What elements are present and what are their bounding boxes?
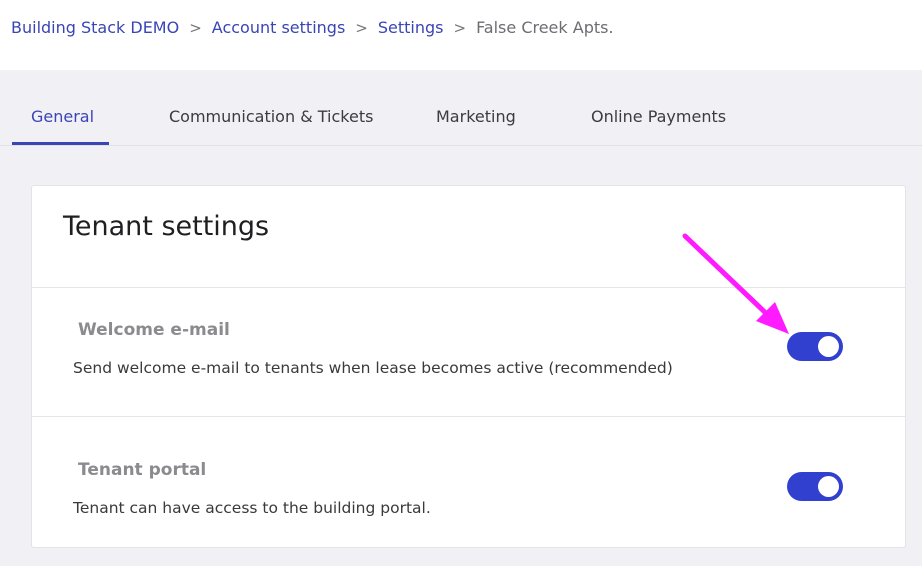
toggle-knob <box>818 476 839 497</box>
breadcrumb-separator: > <box>355 18 368 37</box>
tenant-portal-title: Tenant portal <box>78 460 207 480</box>
tenant-portal-toggle[interactable] <box>787 472 843 501</box>
tab-communication-tickets[interactable]: Communication & Tickets <box>169 107 373 126</box>
welcome-email-title: Welcome e-mail <box>78 320 230 340</box>
breadcrumb-separator: > <box>189 18 202 37</box>
divider <box>32 287 905 288</box>
tab-general[interactable]: General <box>31 107 94 126</box>
welcome-email-toggle[interactable] <box>787 332 843 361</box>
breadcrumb-separator: > <box>453 18 467 37</box>
breadcrumb-building-stack-demo[interactable]: Building Stack DEMO <box>11 18 179 37</box>
divider <box>32 416 905 417</box>
breadcrumb: Building Stack DEMO > Account settings >… <box>11 18 614 37</box>
breadcrumb-current: False Creek Apts. <box>476 18 614 37</box>
card-title: Tenant settings <box>63 211 270 242</box>
top-bar: Building Stack DEMO > Account settings >… <box>0 0 922 70</box>
welcome-email-description: Send welcome e-mail to tenants when leas… <box>73 359 673 377</box>
breadcrumb-settings[interactable]: Settings <box>378 18 444 37</box>
settings-tabs: General Communication & Tickets Marketin… <box>0 70 922 146</box>
breadcrumb-account-settings[interactable]: Account settings <box>212 18 346 37</box>
tab-marketing[interactable]: Marketing <box>436 107 516 126</box>
tenant-settings-card: Tenant settings Welcome e-mail Send welc… <box>31 185 906 548</box>
tenant-portal-description: Tenant can have access to the building p… <box>73 499 431 517</box>
toggle-knob <box>818 336 839 357</box>
tab-online-payments[interactable]: Online Payments <box>591 107 726 126</box>
active-tab-indicator <box>12 142 109 145</box>
